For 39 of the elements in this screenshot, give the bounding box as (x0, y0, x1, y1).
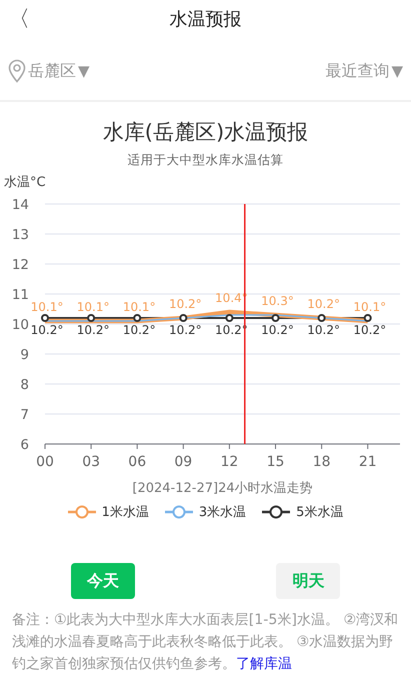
data-label: 10.1° (30, 300, 64, 314)
data-label: 10.2° (353, 323, 386, 337)
x-axis-title: [2024-12-27]24小时水温走势 (132, 481, 313, 496)
data-label: 10.2° (307, 323, 340, 337)
y-tick-label: 11 (12, 287, 29, 303)
note-paragraph: 备注：①此表为大中型水库大水面表层[1-5米]水温。 ②湾汊和浅滩的水温春夏略高于此表秋冬略低于此表。 ③水温数据为野钓之家首创独家预估仅供钓鱼参考。了解库温 (12, 611, 400, 674)
x-tick-label: 15 (266, 454, 284, 470)
data-label: 10.2° (168, 297, 202, 311)
chart-subtitle: 适用于大中型水库水温估算 (126, 152, 284, 169)
data-label: 10.3° (261, 294, 294, 308)
x-tick-label: 21 (358, 454, 377, 470)
chart-title: 水库(岳麓区)水温预报 (102, 119, 310, 146)
y-tick-label: 9 (20, 347, 29, 363)
x-tick-label: 12 (220, 454, 238, 470)
x-tick-label: 00 (36, 454, 54, 470)
page-title: 水温预报 (170, 8, 242, 31)
caret-icon: ▼ (78, 62, 90, 80)
y-axis-title: 水温°C (4, 174, 47, 191)
data-label: 10.2° (168, 323, 202, 337)
data-label: 10.2° (30, 323, 64, 337)
y-tick-label: 13 (12, 227, 29, 243)
data-label: 10.2° (261, 323, 294, 337)
y-tick-label: 7 (20, 407, 29, 423)
data-label: 10.2° (76, 323, 110, 337)
caret-icon: ▼ (391, 62, 403, 80)
data-label: 10.2° (307, 297, 340, 311)
y-tick-label: 14 (12, 197, 29, 213)
data-label: 10.1° (122, 300, 156, 314)
data-label: 10.1° (353, 300, 386, 314)
x-tick-label: 18 (312, 454, 331, 470)
y-tick-label: 6 (20, 437, 29, 453)
x-tick-label: 03 (82, 454, 100, 470)
y-tick-label: 12 (12, 257, 29, 273)
x-tick-label: 06 (128, 454, 146, 470)
y-tick-label: 8 (20, 377, 29, 393)
data-label: 10.2° (122, 323, 156, 337)
data-label: 10.1° (76, 300, 110, 314)
x-tick-label: 09 (174, 454, 192, 470)
y-tick-label: 10 (12, 317, 29, 333)
